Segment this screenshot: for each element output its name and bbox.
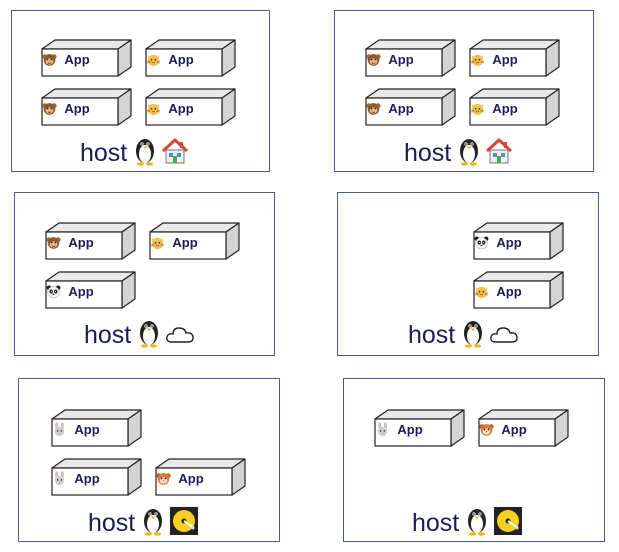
app-label-text: App xyxy=(397,422,423,437)
app-container: App xyxy=(45,271,136,309)
app-label: App xyxy=(46,284,121,299)
app-label: App xyxy=(375,422,450,437)
host-4-label: host xyxy=(408,318,523,355)
app-label: App xyxy=(52,471,127,486)
app-label-text: App xyxy=(64,101,90,116)
app-label-text: App xyxy=(172,235,198,250)
disk-icon xyxy=(169,506,199,543)
penguin-icon xyxy=(141,506,165,543)
cloud-icon xyxy=(165,322,195,352)
app-label: App xyxy=(42,52,117,67)
host-6-label: host xyxy=(412,506,527,543)
app-container: App xyxy=(473,222,564,260)
app-container: App xyxy=(374,409,465,447)
app-label: App xyxy=(470,101,545,116)
house-icon xyxy=(485,137,513,172)
app-label: App xyxy=(366,52,441,67)
app-label-text: App xyxy=(168,52,194,67)
penguin-icon xyxy=(133,136,157,173)
app-label: App xyxy=(46,235,121,250)
app-label-text: App xyxy=(178,471,204,486)
app-container: App xyxy=(51,458,142,496)
app-container: App xyxy=(469,39,560,77)
app-label: App xyxy=(479,422,554,437)
app-container: App xyxy=(155,458,246,496)
app-label-text: App xyxy=(68,235,94,250)
app-label-text: App xyxy=(388,101,414,116)
app-container: App xyxy=(149,222,240,260)
app-label-text: App xyxy=(496,235,522,250)
penguin-icon xyxy=(457,136,481,173)
app-container: App xyxy=(41,88,132,126)
app-label: App xyxy=(146,101,221,116)
host-3-label: host xyxy=(84,318,199,355)
app-container: App xyxy=(473,271,564,309)
app-container: App xyxy=(365,88,456,126)
app-label: App xyxy=(156,471,231,486)
app-container: App xyxy=(145,39,236,77)
app-container: App xyxy=(51,409,142,447)
host-label-text: host xyxy=(404,139,452,168)
app-container: App xyxy=(365,39,456,77)
host-label-text: host xyxy=(408,321,456,350)
app-label: App xyxy=(146,52,221,67)
app-container: App xyxy=(41,39,132,77)
app-label-text: App xyxy=(496,284,522,299)
penguin-icon xyxy=(461,318,485,355)
app-label-text: App xyxy=(168,101,194,116)
app-label-text: App xyxy=(74,471,100,486)
app-label-text: App xyxy=(388,52,414,67)
penguin-icon xyxy=(137,318,161,355)
app-label-text: App xyxy=(64,52,90,67)
architecture-diagram: { "app_label": "App", "host_label": "hos… xyxy=(0,0,619,552)
app-label: App xyxy=(474,284,549,299)
disk-icon xyxy=(493,506,523,543)
app-container: App xyxy=(478,409,569,447)
app-label-text: App xyxy=(492,52,518,67)
app-label: App xyxy=(52,422,127,437)
app-label: App xyxy=(366,101,441,116)
cloud-icon xyxy=(489,322,519,352)
app-label-text: App xyxy=(68,284,94,299)
host-label-text: host xyxy=(88,509,136,538)
app-container: App xyxy=(45,222,136,260)
host-label-text: host xyxy=(412,509,460,538)
host-5-label: host xyxy=(88,506,203,543)
host-label-text: host xyxy=(80,139,128,168)
app-label-text: App xyxy=(492,101,518,116)
host-2-label: host xyxy=(404,136,517,173)
penguin-icon xyxy=(465,506,489,543)
app-label-text: App xyxy=(501,422,527,437)
app-label-text: App xyxy=(74,422,100,437)
host-1-label: host xyxy=(80,136,193,173)
app-label: App xyxy=(150,235,225,250)
app-label: App xyxy=(42,101,117,116)
app-label: App xyxy=(474,235,549,250)
app-container: App xyxy=(145,88,236,126)
app-container: App xyxy=(469,88,560,126)
host-label-text: host xyxy=(84,321,132,350)
house-icon xyxy=(161,137,189,172)
app-label: App xyxy=(470,52,545,67)
